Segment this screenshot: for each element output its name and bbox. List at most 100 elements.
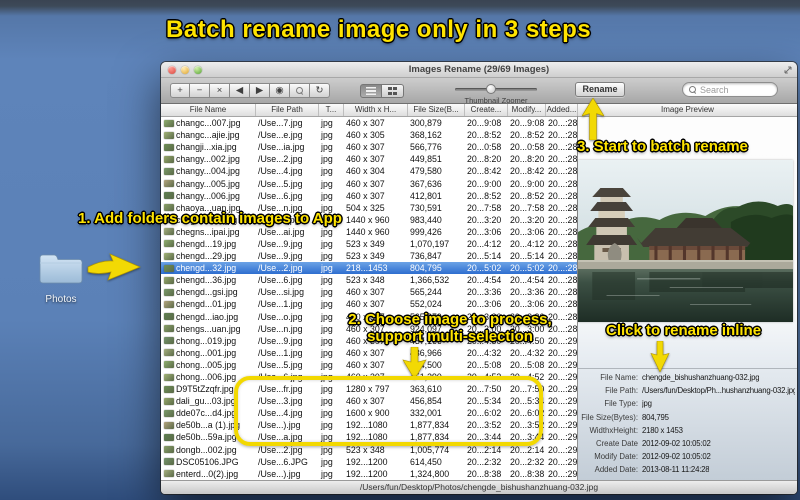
detail-value[interactable]: chengde_bishushanzhuang-032.jpg bbox=[642, 373, 759, 382]
preview-eye-button[interactable]: ◉ bbox=[270, 83, 290, 98]
table-cell: 449,851 bbox=[410, 154, 442, 165]
remove-button[interactable]: − bbox=[190, 83, 210, 98]
table-row[interactable]: changc...007.jpg/Use...7.jpg jpg 460 x 307… bbox=[161, 117, 577, 129]
close-button[interactable] bbox=[168, 66, 176, 74]
file-thumbnail-icon bbox=[164, 421, 174, 429]
refresh-button[interactable]: ↻ bbox=[310, 83, 330, 98]
list-view-button[interactable] bbox=[360, 84, 382, 98]
preview-image bbox=[578, 160, 793, 322]
table-row[interactable]: changy...002.jpg/Use...2.jpg jpg 460 x 307… bbox=[161, 153, 577, 165]
detail-label: File Type: bbox=[604, 399, 638, 409]
table-cell: 20...2:32 bbox=[510, 456, 545, 467]
column-header[interactable]: File Size(B... bbox=[408, 104, 465, 116]
add-button[interactable]: + bbox=[170, 83, 190, 98]
file-name: chong...001.jpg bbox=[176, 347, 237, 358]
table-cell: 20...:29 bbox=[548, 408, 577, 419]
table-cell: 20...:29 bbox=[548, 347, 577, 358]
table-cell: 20...:28 bbox=[548, 154, 577, 165]
table-cell: 218...1453 bbox=[346, 263, 388, 274]
column-header[interactable]: Added... bbox=[546, 104, 578, 116]
rename-button[interactable]: Rename bbox=[575, 82, 625, 97]
file-thumbnail-icon bbox=[164, 373, 174, 381]
table-row[interactable]: changy...006.jpg/Use...6.jpg jpg 460 x 307… bbox=[161, 190, 577, 202]
resize-icon[interactable] bbox=[784, 66, 792, 74]
file-thumbnail-icon bbox=[164, 313, 174, 321]
table-row[interactable]: chengd...36.jpg/Use...6.jpg jpg 523 x 348 1… bbox=[161, 274, 577, 286]
column-header[interactable]: File Path bbox=[256, 104, 319, 116]
file-name: chengd...iao.jpg bbox=[176, 311, 239, 322]
file-thumbnail-icon bbox=[164, 192, 174, 200]
search-input[interactable]: Search bbox=[682, 82, 778, 97]
search-button[interactable] bbox=[290, 83, 310, 98]
table-cell: 20...4:54 bbox=[510, 275, 545, 286]
table-cell: 1440 x 960 bbox=[346, 214, 390, 225]
photos-folder[interactable]: Photos bbox=[36, 250, 86, 305]
table-row[interactable]: chengd...32.jpg/Use...2.jpg jpg 218...1453… bbox=[161, 262, 577, 275]
table-row[interactable]: chegns...ipai.jpg/Use...ai.jpg jpg 1440 x … bbox=[161, 226, 577, 238]
table-cell: 523 x 349 bbox=[346, 238, 385, 249]
table-cell: jpg bbox=[321, 359, 333, 370]
table-row[interactable]: chong...005.jpg/Use...5.jpg jpg 460 x 307 3… bbox=[161, 359, 577, 371]
delete-button[interactable]: × bbox=[210, 83, 230, 98]
table-row[interactable]: enterd...0(2).jpg/Use...).jpg jpg 192...12… bbox=[161, 468, 577, 480]
file-thumbnail-icon bbox=[164, 433, 174, 441]
table-cell: /Use...1.jpg bbox=[258, 299, 303, 310]
file-thumbnail-icon bbox=[164, 180, 174, 188]
column-header[interactable]: Modify... bbox=[508, 104, 546, 116]
zoom-button[interactable] bbox=[194, 66, 202, 74]
table-row[interactable]: DSC05106.JPG/Use...6.JPG jpg 192...1200 614… bbox=[161, 456, 577, 468]
column-header[interactable]: Create... bbox=[465, 104, 508, 116]
table-cell: 1440 x 960 bbox=[346, 226, 390, 237]
table-cell: 504 x 325 bbox=[346, 202, 385, 213]
detail-row: Create Date 2012-09-02 10:05:02 bbox=[578, 437, 795, 450]
table-cell: 300,879 bbox=[410, 118, 442, 129]
zoomer-slider-knob[interactable] bbox=[486, 84, 497, 94]
table-row[interactable]: chong...001.jpg/Use...1.jpg jpg 460 x 307 4… bbox=[161, 347, 577, 359]
detail-row: WidthxHeight: 2180 x 1453 bbox=[578, 424, 795, 437]
table-cell: jpg bbox=[321, 178, 333, 189]
table-cell: 20...:28 bbox=[548, 178, 577, 189]
table-cell: 20...:28 bbox=[548, 202, 577, 213]
desktop: Batch rename image only in 3 steps Photo… bbox=[0, 0, 800, 500]
column-header[interactable]: T... bbox=[319, 104, 344, 116]
table-cell: chengd...36.jpg bbox=[161, 275, 256, 285]
file-thumbnail-icon bbox=[164, 228, 174, 236]
table-row[interactable]: changy...005.jpg/Use...5.jpg jpg 460 x 307… bbox=[161, 177, 577, 189]
table-row[interactable]: changy...004.jpg/Use...4.jpg jpg 460 x 304… bbox=[161, 165, 577, 177]
table-row[interactable]: chengd...gsi.jpg/Use...si.jpg jpg 460 x 30… bbox=[161, 286, 577, 298]
table-cell: 20...0:58 bbox=[510, 142, 545, 153]
table-cell: 20...:29 bbox=[548, 456, 577, 467]
table-cell: changc...007.jpg bbox=[161, 118, 256, 128]
table-cell: jpg bbox=[321, 226, 333, 237]
titlebar[interactable]: Images Rename (29/69 Images) bbox=[161, 62, 797, 78]
multi-selection-outline bbox=[234, 376, 543, 446]
table-cell: /Use...6.jpg bbox=[258, 275, 303, 286]
table-cell: changy...005.jpg bbox=[161, 179, 256, 189]
minimize-button[interactable] bbox=[181, 66, 189, 74]
table-row[interactable]: chengd...19.jpg/Use...9.jpg jpg 523 x 349 1… bbox=[161, 238, 577, 250]
table-cell: DSC05106.JPG bbox=[161, 457, 256, 467]
column-header[interactable]: Width x H... bbox=[344, 104, 408, 116]
search-placeholder: Search bbox=[700, 84, 729, 95]
table-row[interactable]: chengd...29.jpg/Use...9.jpg jpg 523 x 349 7… bbox=[161, 250, 577, 262]
table-cell: 460 x 307 bbox=[346, 299, 385, 310]
table-row[interactable]: chengd...01.jpg/Use...1.jpg jpg 460 x 307 5… bbox=[161, 298, 577, 310]
table-cell: 20...:29 bbox=[548, 420, 577, 431]
table-cell: jpg bbox=[321, 287, 333, 298]
table-cell: 20...7:58 bbox=[467, 202, 502, 213]
table-cell: changy...002.jpg bbox=[161, 154, 256, 164]
table-cell: /Use...9.jpg bbox=[258, 335, 303, 346]
column-header[interactable]: File Name bbox=[161, 104, 256, 116]
table-cell: 1,366,532 bbox=[410, 275, 450, 286]
file-name: chong...019.jpg bbox=[176, 335, 237, 346]
next-button[interactable]: ▶ bbox=[250, 83, 270, 98]
table-row[interactable]: changji...xia.jpg/Use...ia.jpg jpg 460 x 3… bbox=[161, 141, 577, 153]
table-cell: /Use...ia.jpg bbox=[258, 142, 305, 153]
zoomer-slider-track[interactable] bbox=[455, 84, 537, 94]
table-cell: 20...:29 bbox=[548, 396, 577, 407]
table-row[interactable]: changc...ajie.jpg/Use...e.jpg jpg 460 x 30… bbox=[161, 129, 577, 141]
previous-button[interactable]: ◀ bbox=[230, 83, 250, 98]
grid-view-button[interactable] bbox=[382, 84, 404, 98]
table-cell: 192...1200 bbox=[346, 456, 388, 467]
file-name: de50b...59a.jpg bbox=[176, 432, 237, 443]
